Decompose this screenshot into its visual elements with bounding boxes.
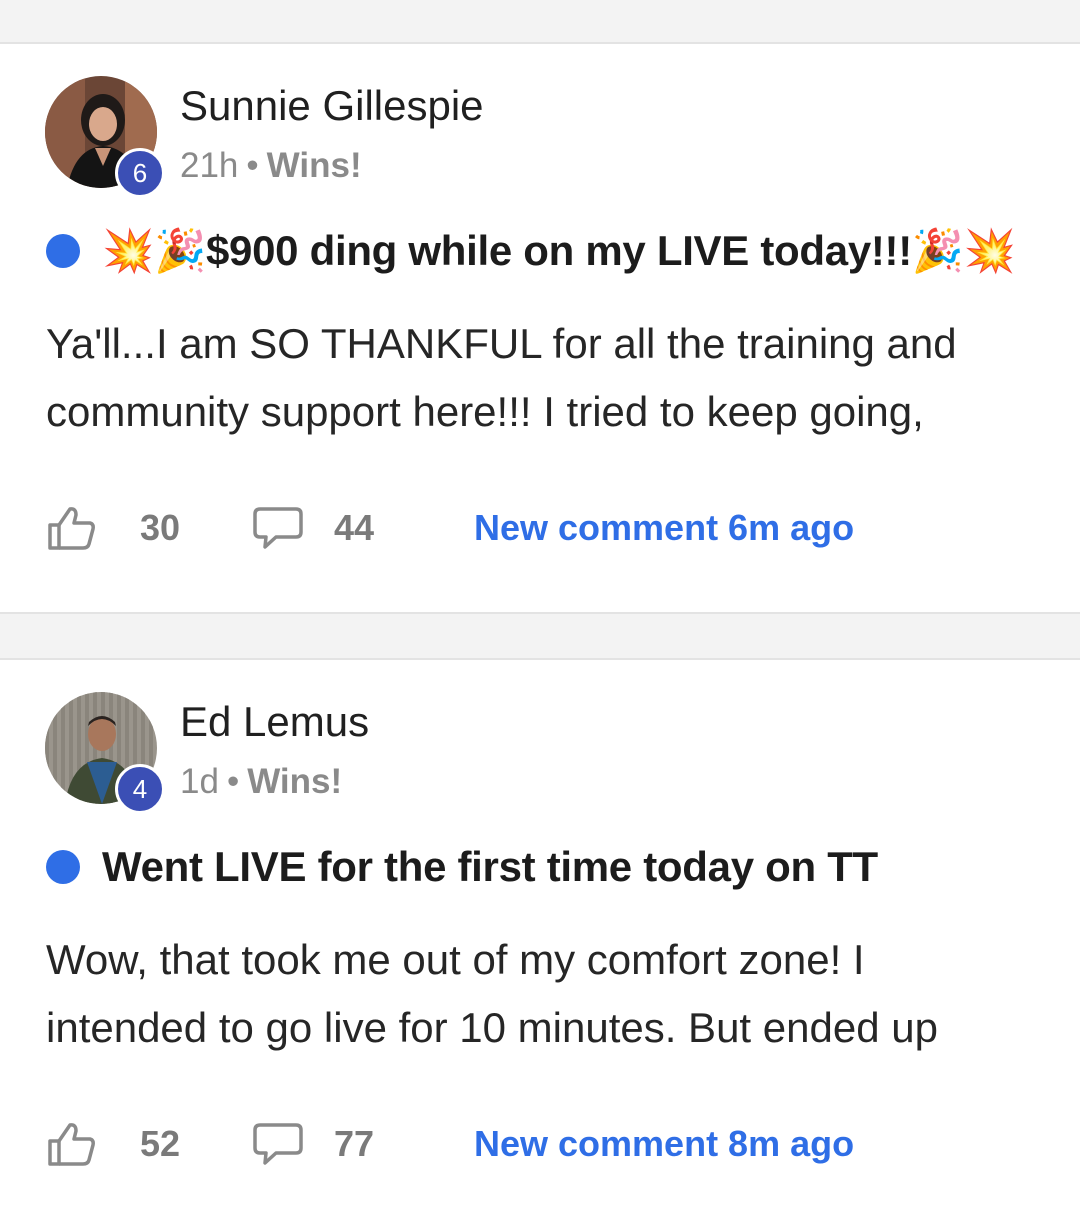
post-body[interactable]: Ya'll...I am SO THANKFUL for all the tra… (46, 310, 1036, 446)
post-card[interactable]: 6 Sunnie Gillespie 21h • Wins! 💥🎉$900 ding… (0, 42, 1080, 614)
post-category[interactable]: Wins! (267, 146, 362, 185)
author-avatar-container[interactable]: 6 (45, 76, 165, 198)
comment-count: 77 (334, 1123, 375, 1164)
thumbs-up-icon (48, 1123, 95, 1166)
author-avatar-container[interactable]: 4 (45, 692, 165, 814)
author-name[interactable]: Sunnie Gillespie (180, 82, 484, 130)
post-title[interactable]: Went LIVE for the first time today on TT (102, 843, 878, 891)
post-title[interactable]: 💥🎉$900 ding while on my LIVE today!!!🎉💥 (102, 227, 1016, 276)
author-name[interactable]: Ed Lemus (180, 698, 369, 746)
unread-dot-icon (46, 850, 80, 884)
post-actions: 30 44 New comment 6m ago (46, 500, 854, 556)
post-card[interactable]: 4 Ed Lemus 1d • Wins! Went LIVE for the fi… (0, 658, 1080, 1206)
thumbs-up-icon (48, 507, 95, 550)
speech-bubble-icon (253, 507, 303, 549)
new-comment-link[interactable]: New comment 8m ago (474, 1123, 854, 1165)
meta-separator: • (226, 762, 240, 801)
unread-dot-icon (46, 234, 80, 268)
speech-bubble-icon (253, 1123, 303, 1165)
post-time: 21h (180, 146, 239, 185)
comment-button[interactable]: 77 (252, 1121, 474, 1167)
level-badge: 4 (115, 764, 165, 814)
post-actions: 52 77 New comment 8m ago (46, 1116, 854, 1172)
comment-button[interactable]: 44 (252, 505, 474, 551)
meta-separator: • (246, 146, 259, 185)
post-meta: 1d • Wins! (180, 762, 342, 802)
post-title-row[interactable]: Went LIVE for the first time today on TT (46, 842, 878, 892)
post-time: 1d (180, 762, 219, 801)
post-body[interactable]: Wow, that took me out of my comfort zone… (46, 926, 1036, 1062)
community-feed: 6 Sunnie Gillespie 21h • Wins! 💥🎉$900 ding… (0, 0, 1080, 1206)
post-meta: 21h • Wins! (180, 146, 362, 186)
comment-count: 44 (334, 507, 375, 548)
post-category[interactable]: Wins! (247, 762, 342, 801)
post-title-row[interactable]: 💥🎉$900 ding while on my LIVE today!!!🎉💥 (46, 226, 1016, 276)
new-comment-link[interactable]: New comment 6m ago (474, 507, 854, 549)
level-badge: 6 (115, 148, 165, 198)
like-button[interactable]: 30 (46, 505, 252, 551)
like-count: 52 (140, 1123, 181, 1164)
like-count: 30 (140, 507, 181, 548)
like-button[interactable]: 52 (46, 1121, 252, 1167)
